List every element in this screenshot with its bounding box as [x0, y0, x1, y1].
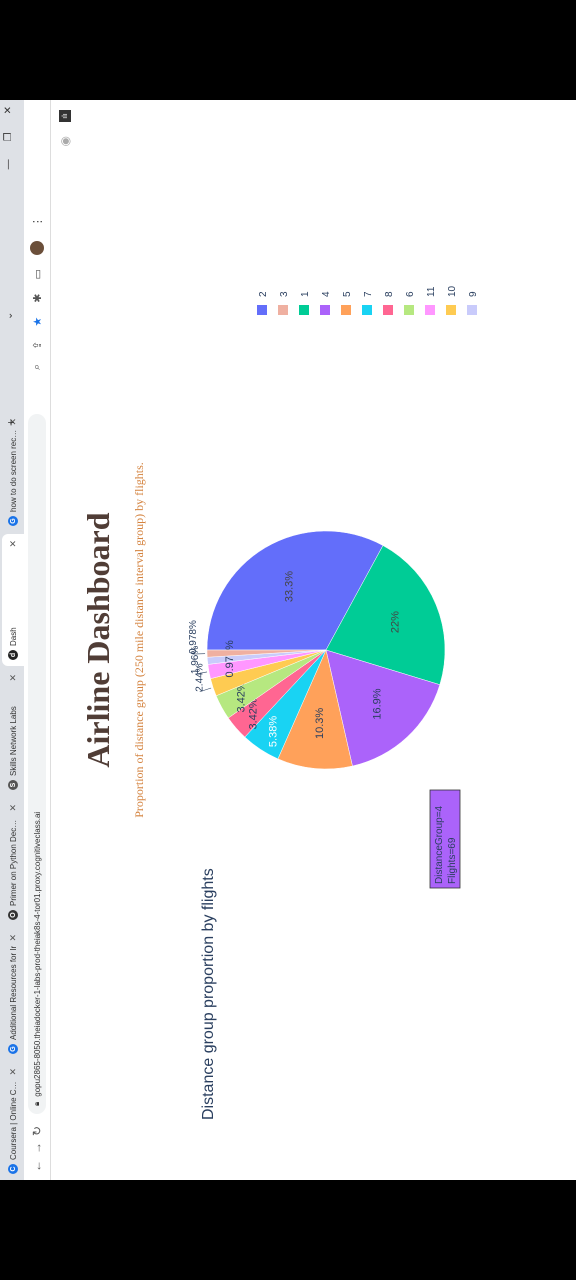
legend-label-7[interactable]: 7	[363, 291, 374, 297]
tab-label: Coursera | Online Courses	[8, 1079, 18, 1160]
pie-label-9: 0.978%	[224, 640, 236, 678]
tab-label: Skills Network Labs	[8, 706, 18, 776]
legend-swatch-6[interactable]	[404, 305, 414, 315]
legend-swatch-10[interactable]	[446, 305, 456, 315]
sidebar-icon[interactable]: ▭	[31, 269, 44, 279]
toolbar-icons: ⌕ ⇪ ★ ✱ ▭ ⋮	[30, 216, 44, 370]
pie-label-2: 33.3%	[283, 571, 295, 602]
tab-label: Additional Resources for Ir	[8, 945, 18, 1040]
tab-2[interactable]: O Primer on Python Decorato ✕	[2, 798, 24, 926]
legend-swatch-7[interactable]	[362, 305, 372, 315]
tab-label: how to do screen recordin	[8, 429, 18, 512]
legend-swatch-11[interactable]	[425, 305, 435, 315]
pie-label-5: 10.3%	[314, 708, 326, 739]
tab-3[interactable]: S Skills Network Labs ✕	[2, 668, 24, 796]
tab-close-icon[interactable]: ✕	[8, 674, 19, 682]
dash-page: Airline Dashboard Proportion of distance…	[50, 100, 576, 1180]
search-lens-icon[interactable]: ⌕	[31, 364, 44, 370]
bookmark-star-icon[interactable]: ★	[31, 317, 44, 327]
tab-favicon-icon: C	[8, 1164, 18, 1174]
tab-close-icon[interactable]: ✕	[8, 540, 19, 548]
tab-label: Dash	[8, 627, 18, 646]
legend-label-1[interactable]: 1	[300, 291, 311, 297]
tab-5[interactable]: Ghow to do screen recordin ✕	[2, 412, 24, 532]
legend-swatch-2[interactable]	[257, 305, 267, 315]
tooltip-line-2: Flights=69	[447, 837, 458, 884]
url-text: gopu2865-8050.theiadocker-1-labs-prod-th…	[32, 811, 42, 1097]
legend-swatch-4[interactable]	[320, 305, 330, 315]
tab-favicon-icon: G	[8, 1044, 18, 1054]
pie-chart: 33.3%22%16.9%10.3%5.38%3.42%3.42%2.44%1.…	[188, 285, 479, 889]
tab-favicon-icon: S	[8, 780, 18, 790]
tooltip-line-1: DistanceGroup=4	[434, 805, 445, 884]
minimize-icon[interactable]: —	[3, 159, 14, 169]
legend-swatch-9[interactable]	[467, 305, 477, 315]
window-controls: — ❐ ✕	[3, 106, 14, 169]
close-window-icon[interactable]: ✕	[3, 106, 14, 114]
tab-close-icon[interactable]: ✕	[8, 1068, 19, 1076]
tab-favicon-icon: G	[8, 516, 18, 526]
legend-swatch-5[interactable]	[341, 305, 351, 315]
forward-icon[interactable]: →	[30, 1142, 44, 1154]
menu-kebab-icon[interactable]: ⋮	[31, 216, 44, 227]
tab-1[interactable]: G Additional Resources for Ir ✕	[2, 928, 24, 1060]
profile-avatar[interactable]	[30, 241, 44, 256]
pie-label-1: 22%	[389, 611, 401, 633]
tab-4[interactable]: d Dash ✕	[2, 534, 24, 666]
legend-swatch-1[interactable]	[299, 305, 309, 315]
legend-label-10[interactable]: 10	[447, 285, 458, 297]
extensions-icon[interactable]: ✱	[31, 294, 44, 303]
legend-label-11[interactable]: 11	[426, 286, 437, 297]
pie-label-3: 0.978%	[188, 620, 199, 654]
tab-0[interactable]: C Coursera | Online Courses ✕	[2, 1062, 24, 1180]
lock-icon: 🔒︎	[32, 1101, 41, 1106]
omnibox[interactable]: 🔒︎ gopu2865-8050.theiadocker-1-labs-prod…	[28, 414, 46, 1114]
legend-label-9[interactable]: 9	[468, 291, 479, 297]
tab-label: Primer on Python Decorato	[8, 815, 18, 906]
legend-label-6[interactable]: 6	[405, 291, 416, 297]
share-icon[interactable]: ⇪	[31, 341, 44, 350]
legend-label-2[interactable]: 2	[258, 291, 269, 297]
back-icon[interactable]: ←	[30, 1160, 44, 1172]
legend-label-8[interactable]: 8	[384, 291, 395, 297]
tab-strip: C Coursera | Online Courses ✕ G Additional R…	[0, 100, 24, 1180]
pie-label-4: 16.9%	[371, 688, 383, 719]
reload-icon[interactable]: ↻	[30, 1126, 44, 1136]
tab-close-icon[interactable]: ✕	[8, 804, 19, 812]
address-bar-row: ← → ↻ 🔒︎ gopu2865-8050.theiadocker-1-lab…	[24, 100, 51, 1180]
pie-label-7: 5.38%	[267, 716, 279, 747]
tab-close-icon[interactable]: ✕	[8, 934, 19, 942]
legend-label-4[interactable]: 4	[321, 291, 332, 297]
legend-swatch-8[interactable]	[383, 305, 393, 315]
tab-search-icon[interactable]: ⌄	[4, 312, 15, 320]
legend-swatch-3[interactable]	[278, 305, 288, 315]
tab-favicon-icon: O	[8, 910, 18, 920]
restore-icon[interactable]: ❐	[3, 132, 14, 141]
screen: C Coursera | Online Courses ✕ G Additional R…	[0, 100, 576, 1180]
browser-window: C Coursera | Online Courses ✕ G Additional R…	[0, 100, 576, 1180]
new-tab-button[interactable]: +	[4, 419, 18, 426]
legend-label-3[interactable]: 3	[279, 291, 290, 297]
legend-label-5[interactable]: 5	[342, 291, 353, 297]
tab-favicon-icon: d	[8, 650, 18, 660]
